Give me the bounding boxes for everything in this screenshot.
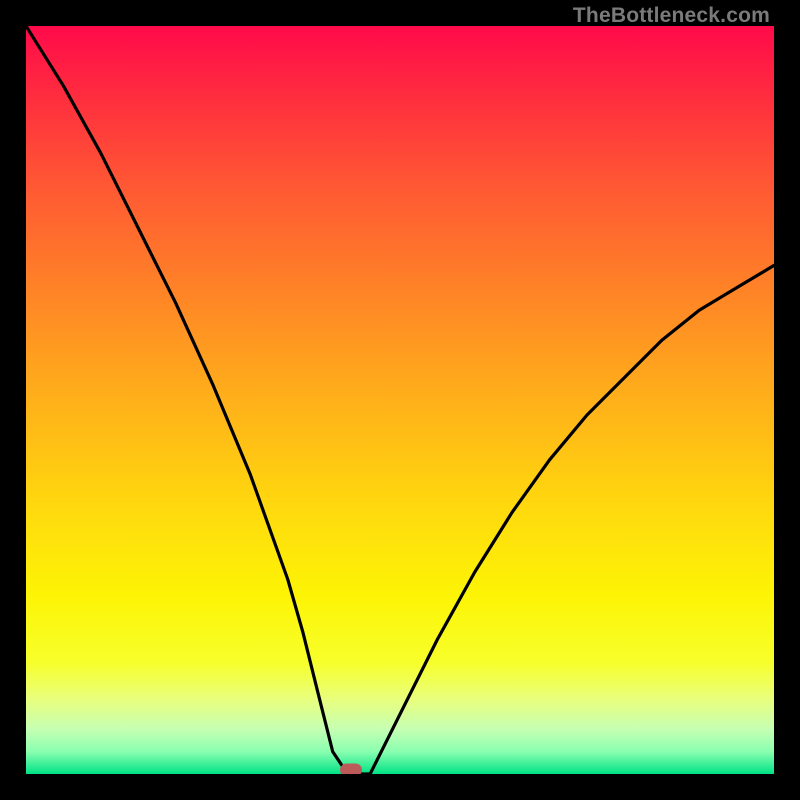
chart-frame: TheBottleneck.com (0, 0, 800, 800)
plot-area (26, 26, 774, 774)
bottleneck-curve (26, 26, 774, 774)
optimal-marker (340, 764, 362, 775)
curve-layer (26, 26, 774, 774)
watermark-label: TheBottleneck.com (573, 4, 770, 28)
